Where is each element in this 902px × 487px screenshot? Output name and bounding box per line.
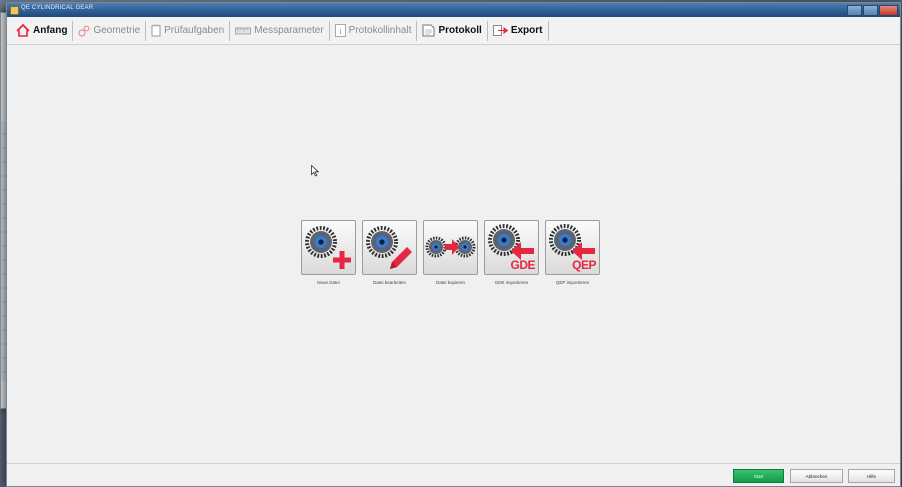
help-button[interactable]: Hilfe <box>848 469 895 483</box>
maximize-button[interactable] <box>863 5 878 16</box>
info-document-icon: i <box>334 24 346 37</box>
tile-label: Datei kopieren <box>435 280 466 285</box>
qep-import-button[interactable]: QEP <box>545 220 600 275</box>
minimize-button[interactable] <box>847 5 862 16</box>
tab-label: Anfang <box>33 25 68 36</box>
start-panel: Neue Datei Datei bearbeiten Datei kopier… <box>11 45 896 464</box>
gear-edit-icon <box>366 226 412 269</box>
clipboard-icon <box>151 24 161 37</box>
tab-label: Protokollinhalt <box>348 25 412 36</box>
tile-label: Neue Datei <box>317 280 340 285</box>
tab-bar: Anfang Geometrie Prüfaufgaben Messparame… <box>7 17 900 45</box>
gde-import-action: GDE GDE importieren <box>484 220 539 285</box>
ruler-icon <box>235 27 252 34</box>
tab-label: Export <box>510 25 543 36</box>
footer-bar: Start Abbrechen Hilfe <box>7 463 900 486</box>
title-bar[interactable]: QE CYLINDRICAL GEAR <box>7 3 900 17</box>
document-icon <box>422 24 435 37</box>
main-window: QE CYLINDRICAL GEAR Anfang Geometrie Prü… <box>6 2 901 487</box>
copy-file-button[interactable] <box>423 220 478 275</box>
tile-label: QEP importieren <box>555 280 590 285</box>
format-tag: GDE <box>510 258 535 272</box>
action-tiles: Neue Datei Datei bearbeiten Datei kopier… <box>301 220 600 285</box>
gear-pair-icon <box>78 25 90 37</box>
copy-file-action: Datei kopieren <box>423 220 478 285</box>
edit-file-button[interactable] <box>362 220 417 275</box>
home-icon <box>16 24 30 37</box>
tile-label: GDE importieren <box>494 280 529 285</box>
tab-pruefaufgaben[interactable]: Prüfaufgaben <box>146 20 231 41</box>
qep-import-action: QEP QEP importieren <box>545 220 600 285</box>
start-button[interactable]: Start <box>733 469 784 483</box>
tab-export[interactable]: Export <box>488 20 549 41</box>
app-icon <box>10 6 19 15</box>
tab-protokoll[interactable]: Protokoll <box>417 20 488 41</box>
tab-anfang[interactable]: Anfang <box>11 20 74 41</box>
close-button[interactable] <box>879 5 898 16</box>
new-file-button[interactable] <box>301 220 356 275</box>
gde-import-button[interactable]: GDE <box>484 220 539 275</box>
tab-protokollinhalt[interactable]: i Protokollinhalt <box>330 20 418 41</box>
window-controls <box>847 5 898 16</box>
tab-label: Geometrie <box>93 25 141 36</box>
new-file-action: Neue Datei <box>301 220 356 285</box>
cancel-button[interactable]: Abbrechen <box>790 469 843 483</box>
tab-messparameter[interactable]: Messparameter <box>230 20 330 41</box>
gear-add-icon <box>305 226 351 269</box>
tab-label: Messparameter <box>254 25 324 36</box>
gear-copy-icon <box>425 236 476 258</box>
tab-geometrie[interactable]: Geometrie <box>73 20 147 41</box>
tab-label: Protokoll <box>438 25 482 36</box>
format-tag: QEP <box>572 258 596 272</box>
window-title: QE CYLINDRICAL GEAR <box>21 5 94 11</box>
export-arrow-icon <box>492 25 508 36</box>
edit-file-action: Datei bearbeiten <box>362 220 417 285</box>
mouse-pointer-icon <box>311 165 319 177</box>
tile-label: Datei bearbeiten <box>372 280 407 285</box>
tab-label: Prüfaufgaben <box>164 25 225 36</box>
